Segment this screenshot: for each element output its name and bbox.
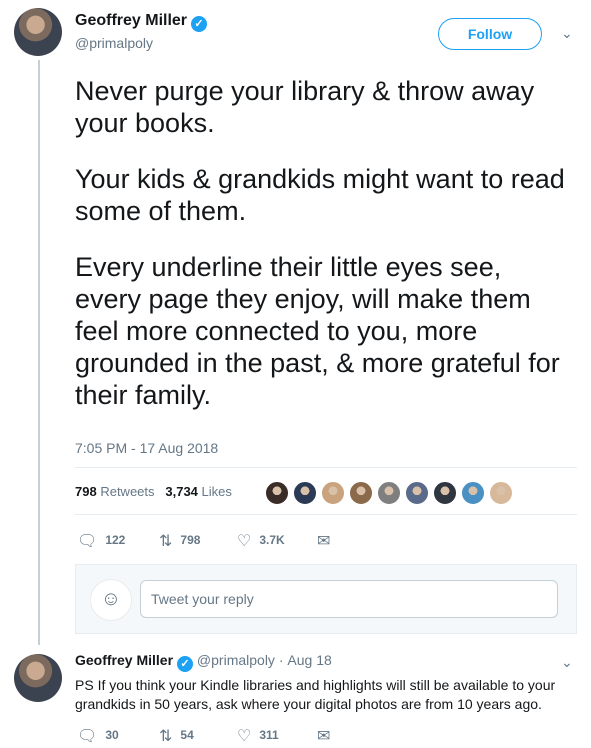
retweet-action[interactable]: ⇅ 54: [159, 726, 194, 746]
liker-avatar[interactable]: [461, 481, 485, 505]
reply-icon: 🗨: [77, 728, 98, 745]
tweet-paragraph: Never purge your library & throw away yo…: [75, 76, 535, 138]
likes-stat[interactable]: 3,734 Likes: [165, 484, 232, 499]
dm-action[interactable]: ✉: [317, 531, 338, 551]
retweet-icon: ⇅: [159, 728, 173, 745]
reply-author-avatar[interactable]: [14, 654, 62, 702]
dm-action[interactable]: ✉: [317, 726, 338, 746]
reply-header: Geoffrey Miller ✓ @primalpoly · Aug 18: [75, 652, 332, 672]
reply-author-name[interactable]: Geoffrey Miller: [75, 652, 173, 668]
verified-badge-icon: ✓: [191, 16, 208, 32]
verified-badge-icon: ✓: [177, 656, 194, 672]
liker-avatar[interactable]: [433, 481, 457, 505]
liker-avatar[interactable]: [405, 481, 429, 505]
retweets-stat[interactable]: 798 Retweets: [75, 484, 155, 499]
chevron-down-icon[interactable]: ⌄: [561, 654, 573, 671]
separator: ·: [278, 652, 284, 668]
user-avatar: ☺: [90, 579, 132, 621]
engagement-stats: 798 Retweets 3,734 Likes: [75, 484, 232, 499]
chevron-down-icon[interactable]: ⌄: [561, 25, 573, 42]
liker-avatar[interactable]: [321, 481, 345, 505]
reply-action[interactable]: 🗨 122: [77, 531, 125, 551]
tweet-paragraph: Your kids & grandkids might want to read…: [75, 164, 565, 226]
liker-avatar[interactable]: [293, 481, 317, 505]
heart-icon: ♡: [237, 533, 252, 550]
retweet-icon: ⇅: [159, 533, 173, 550]
tweet-text: Never purge your library & throw away yo…: [75, 75, 565, 435]
retweet-action[interactable]: ⇅ 798: [159, 531, 200, 551]
liker-avatar[interactable]: [377, 481, 401, 505]
reply-action[interactable]: 🗨 30: [77, 726, 119, 746]
liker-avatar[interactable]: [489, 481, 513, 505]
envelope-icon: ✉: [317, 728, 331, 745]
tweet-timestamp[interactable]: 7:05 PM - 17 Aug 2018: [75, 440, 218, 456]
liker-avatar[interactable]: [265, 481, 289, 505]
liker-avatar[interactable]: [349, 481, 373, 505]
reply-text: PS If you think your Kindle libraries an…: [75, 677, 556, 712]
author-name-text[interactable]: Geoffrey Miller: [75, 12, 187, 29]
envelope-icon: ✉: [317, 533, 331, 550]
reply-icon: 🗨: [77, 533, 98, 550]
like-action[interactable]: ♡ 3.7K: [237, 531, 285, 551]
heart-icon: ♡: [237, 728, 252, 745]
follow-button[interactable]: Follow: [438, 18, 542, 50]
reply-date[interactable]: Aug 18: [287, 652, 331, 668]
divider: [75, 467, 577, 468]
author-handle[interactable]: @primalpoly: [75, 35, 153, 51]
thread-line: [38, 60, 40, 645]
tweet-paragraph: Every underline their little eyes see, e…: [75, 252, 560, 410]
reply-input[interactable]: [140, 580, 558, 618]
reply-handle[interactable]: @primalpoly: [197, 652, 275, 668]
reply-composer: ☺: [75, 564, 577, 634]
author-name[interactable]: Geoffrey Miller ✓: [75, 12, 208, 32]
author-avatar[interactable]: [14, 8, 62, 56]
divider: [75, 514, 577, 515]
like-action[interactable]: ♡ 311: [237, 726, 279, 746]
